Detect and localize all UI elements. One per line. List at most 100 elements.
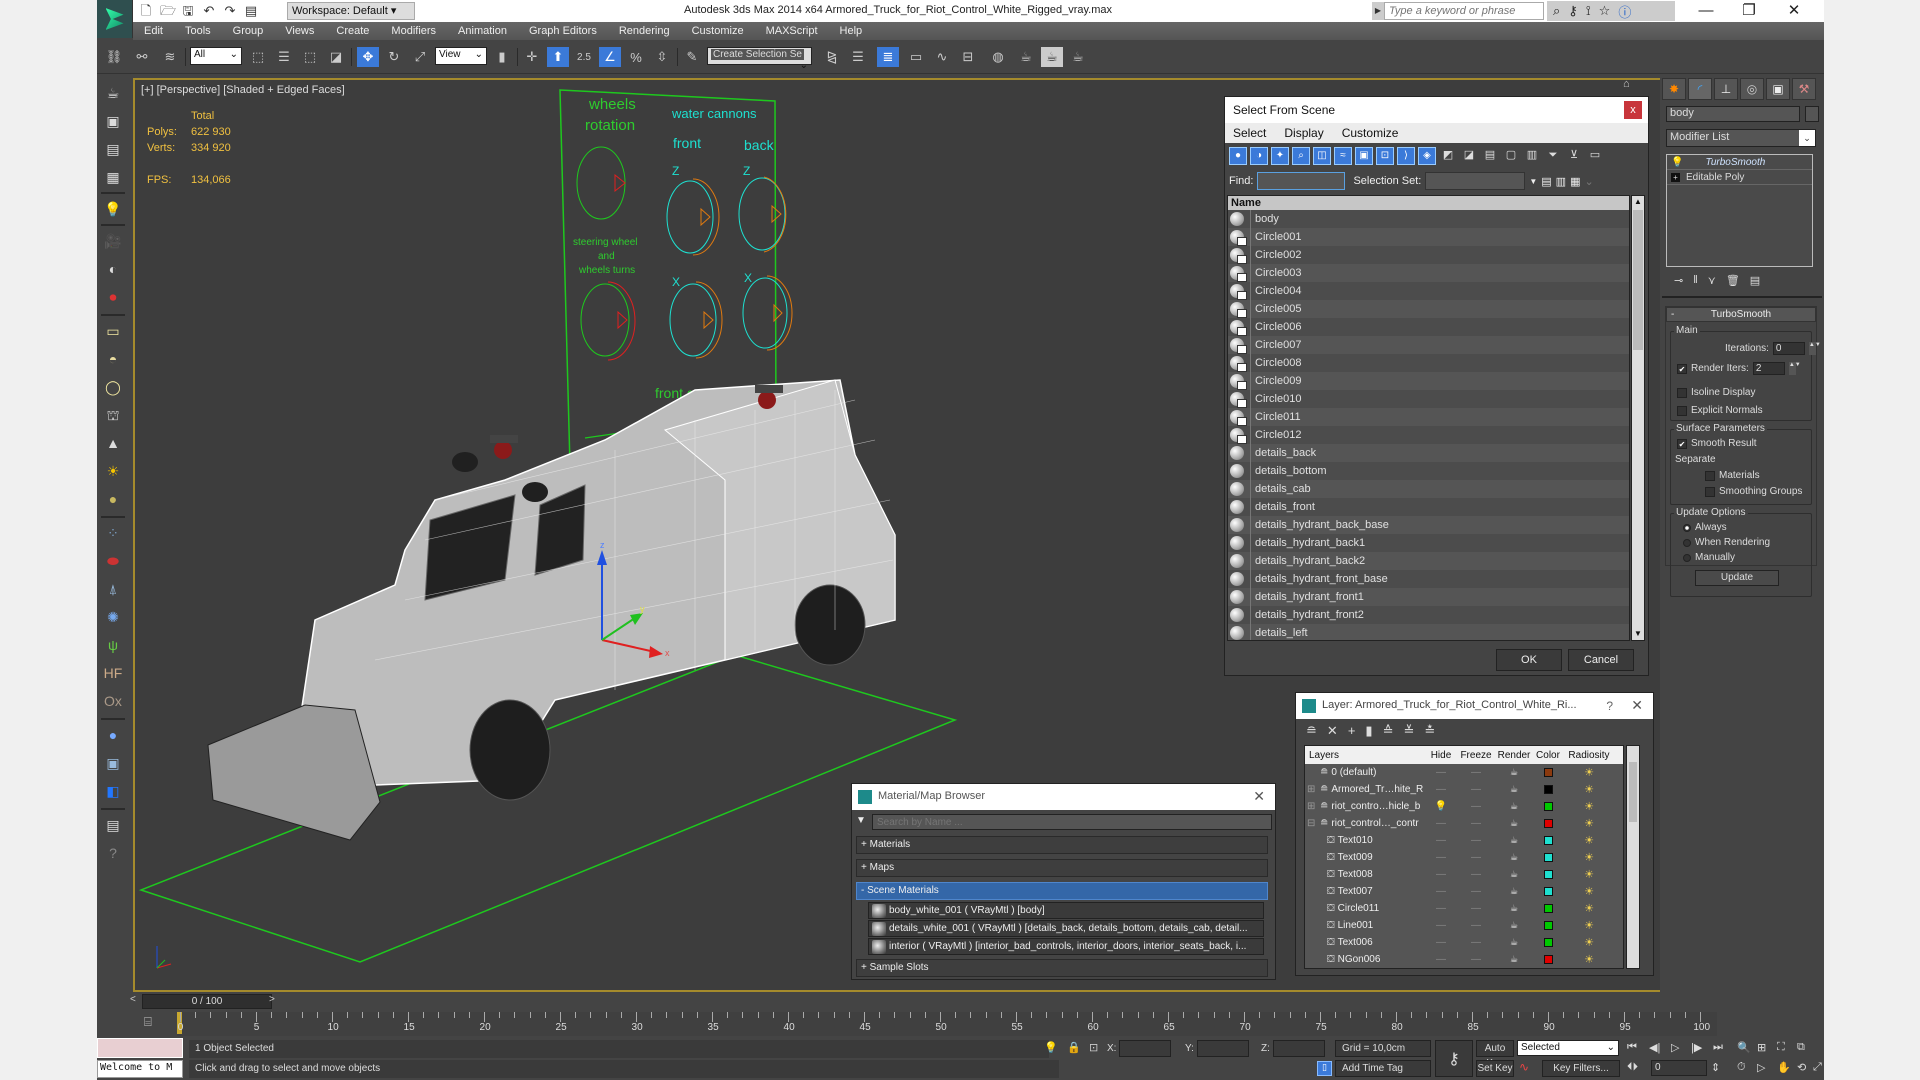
radiosity-icon[interactable]: ☀ [1563,851,1615,864]
layer-object-row[interactable]: ⛋ Text007— — ☕ ☀ [1305,883,1623,900]
viewport-label-menu[interactable]: [+] [Perspective] [Shaded + Edged Faces] [141,84,345,96]
render-teapot-icon[interactable]: ☕ [1495,767,1533,778]
scene-explorer-icon[interactable]: ▭ [905,47,927,67]
rendered-frame-window-icon[interactable]: ☕ [1041,47,1063,67]
render-teapot-icon[interactable]: ☕ [1495,920,1533,931]
curve-editor-icon[interactable]: ∿ [931,47,953,67]
layer-color-cell[interactable] [1533,887,1563,896]
layer-color-swatch[interactable] [1543,853,1553,862]
zoom-icon[interactable]: 🔍 [1737,1041,1751,1054]
z-coord-field[interactable] [1273,1040,1325,1057]
layer-color-swatch[interactable] [1543,870,1553,879]
layer-color-cell[interactable] [1533,768,1563,777]
satellite-icon[interactable]: ⟟ [1586,3,1591,19]
expand-plus-icon[interactable]: + [1671,172,1680,182]
menu-views[interactable]: Views [274,25,325,37]
unlink-icon[interactable]: ⚯ [131,47,153,67]
material-search-input[interactable] [872,814,1272,830]
maxscript-listener-output[interactable] [97,1038,183,1058]
radiosity-icon[interactable]: ☀ [1563,834,1615,847]
menu-rendering[interactable]: Rendering [608,25,681,37]
scene-object-row[interactable]: body [1228,210,1629,228]
browser-options-icon[interactable]: ▼ [856,815,866,826]
search-expand-icon[interactable]: ▶ [1372,2,1384,20]
category-materials[interactable]: + Materials [856,836,1268,854]
camera-target-icon[interactable]: ◐ [102,258,124,280]
find-input[interactable] [1257,172,1346,190]
hide-toggle[interactable]: — [1425,954,1457,965]
hide-toggle[interactable]: — [1425,835,1457,846]
close-dialog-button[interactable]: ✕ [1253,788,1265,805]
select-layer-objects-icon[interactable]: ▮ [1365,723,1372,739]
layer-color-swatch[interactable] [1543,887,1553,896]
select-all-icon[interactable]: ▤ [1481,147,1499,165]
hide-toggle[interactable]: — [1425,818,1457,829]
keyboard-shortcut-override-icon[interactable]: ⬆ [547,47,569,67]
frame-spinner-icon[interactable]: ⇕ [1711,1061,1720,1074]
radiosity-icon[interactable]: ☀ [1563,953,1615,966]
scene-object-row[interactable]: details_bottom [1228,462,1629,480]
materials-checkbox[interactable] [1705,470,1715,481]
help-icon[interactable]: ⓘ [1618,2,1631,21]
freeze-toggle[interactable]: — [1457,801,1495,812]
scene-object-row[interactable]: Circle006 [1228,318,1629,336]
radiosity-icon[interactable]: ☀ [1563,936,1615,949]
auto-key-button[interactable]: Auto Key [1476,1040,1514,1069]
menu-help[interactable]: Help [829,25,874,37]
stack-item-editable-poly[interactable]: + Editable Poly [1667,170,1812,185]
scene-object-row[interactable]: details_hydrant_back_base [1228,516,1629,534]
display-lights-icon[interactable]: ✦ [1271,147,1289,165]
grid-array-icon[interactable]: ⁘ [102,522,124,544]
render-teapot-icon[interactable]: ☕ [1495,886,1533,897]
close-dialog-button[interactable]: x [1624,101,1642,119]
scroll-down-icon[interactable]: ▼ [1632,628,1644,640]
add-to-layer-icon[interactable]: + [1348,723,1356,739]
material-item[interactable]: details_white_001 ( VRayMtl ) [details_b… [868,920,1264,937]
percent-snap-icon[interactable]: % [625,47,647,67]
category-maps[interactable]: + Maps [856,859,1268,877]
rectangular-selection-icon[interactable]: ⬚ [299,47,321,67]
scatter-icon[interactable]: ✺ [102,606,124,628]
display-containers-icon[interactable]: ◈ [1418,147,1436,165]
configure-modifier-sets-icon[interactable]: ▤ [1750,274,1760,290]
help-button[interactable]: ? [1606,699,1613,713]
category-sample-slots[interactable]: + Sample Slots [856,959,1268,977]
sphere-light-icon[interactable]: ● [102,488,124,510]
selection-set-arrow-icon[interactable]: ▼ [1529,177,1537,186]
key-mode-dropdown[interactable]: Selected ⌄ [1517,1040,1619,1056]
layer-row[interactable]: ⊟ ≘ riot_control…_contr — — ☕ ☀ [1305,815,1623,832]
render-setup-icon[interactable]: ☕ [1015,47,1037,67]
y-coord-field[interactable] [1197,1040,1249,1057]
render-teapot-icon[interactable]: ☕ [1495,852,1533,863]
display-spacewarps-icon[interactable]: ≈ [1334,147,1352,165]
when-rendering-radio[interactable] [1683,538,1691,547]
render-teapot-icon[interactable]: ☕ [1495,869,1533,880]
display-frozen-icon[interactable]: ◩ [1439,147,1457,165]
freeze-toggle[interactable]: — [1457,767,1495,778]
freeze-toggle[interactable]: — [1457,852,1495,863]
render-teapot-icon[interactable]: ☕ [1495,801,1533,812]
freeze-toggle[interactable]: — [1457,869,1495,880]
layer-color-swatch[interactable] [1543,768,1553,777]
workspace-dropdown[interactable]: Workspace: Default ▾ [287,2,415,20]
scene-object-row[interactable]: Circle009 [1228,372,1629,390]
select-invert-icon[interactable]: ▥ [1523,147,1541,165]
schematic-view-icon[interactable]: ⊟ [957,47,979,67]
add-selection-set-icon[interactable]: ▤ [1541,175,1551,188]
material-editor-icon[interactable]: ◍ [987,47,1009,67]
ies-light-icon[interactable]: ⛫ [102,404,124,426]
light-lister-icon[interactable]: 💡 [102,198,124,220]
delete-layer-icon[interactable]: ✕ [1327,723,1338,739]
select-and-link-icon[interactable]: ⛓ [103,47,125,67]
zoom-extents-icon[interactable]: ⛶ [1777,1041,1785,1054]
render-teapot-icon[interactable]: ☕ [1495,954,1533,965]
always-radio[interactable] [1683,523,1691,532]
freeze-toggle[interactable]: — [1457,835,1495,846]
ok-button[interactable]: OK [1496,649,1562,671]
filter-icon[interactable]: ⏷ [1544,147,1562,165]
render-teapot-icon[interactable]: ☕ [1495,818,1533,829]
x-coord-field[interactable] [1119,1040,1171,1057]
close-window-button[interactable]: ✕ [1774,1,1814,21]
scene-object-row[interactable]: details_hydrant_back2 [1228,552,1629,570]
menu-customize[interactable]: Customize [681,25,755,37]
